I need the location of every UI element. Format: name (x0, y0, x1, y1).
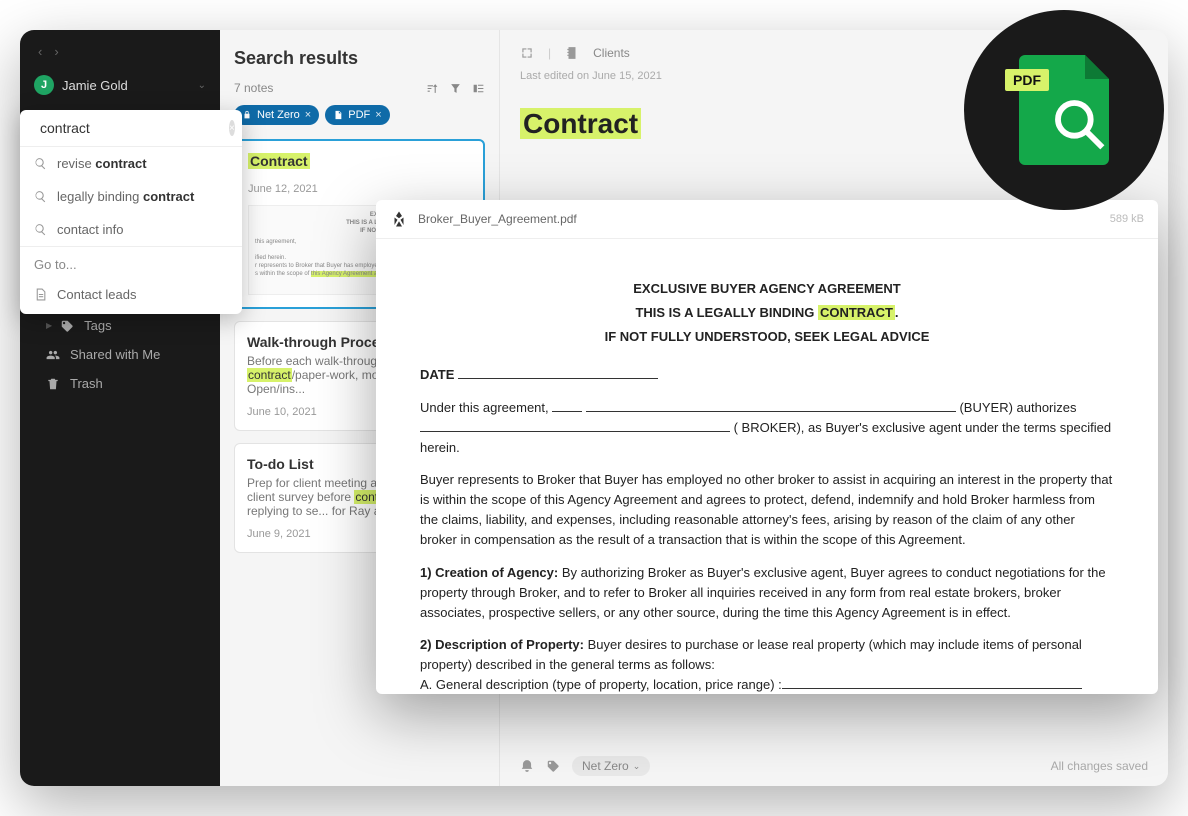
sidebar-label: Shared with Me (70, 347, 160, 362)
avatar: J (34, 75, 54, 95)
sidebar-label: Trash (70, 376, 103, 391)
pdf-app-icon (390, 210, 408, 228)
search-icon (34, 157, 47, 170)
clear-search-icon[interactable]: × (229, 120, 235, 136)
filter-icon[interactable] (449, 82, 462, 95)
pdf-heading: EXCLUSIVE BUYER AGENCY AGREEMENT (420, 279, 1114, 299)
results-count: 7 notes (234, 81, 273, 95)
search-suggestion[interactable]: legally binding contract (20, 180, 242, 213)
people-icon (46, 348, 60, 362)
sort-icon[interactable] (426, 82, 439, 95)
pdf-search-badge: PDF (964, 10, 1164, 210)
pdf-filesize: 589 kB (1110, 213, 1144, 225)
nav-forward-icon[interactable]: › (54, 44, 58, 59)
search-input-row: × (20, 110, 242, 147)
chevron-down-icon: ⌄ (198, 80, 206, 91)
expand-icon[interactable] (520, 46, 534, 60)
doc-icon (333, 110, 343, 120)
filter-chip-netzero[interactable]: Net Zero × (234, 105, 319, 125)
reminder-icon[interactable] (520, 759, 534, 773)
sidebar-item-trash[interactable]: Trash (20, 369, 220, 398)
pdf-body: EXCLUSIVE BUYER AGENCY AGREEMENT THIS IS… (376, 239, 1158, 694)
note-icon (34, 288, 47, 301)
results-heading: Search results (234, 48, 485, 69)
pdf-heading: IF NOT FULLY UNDERSTOOD, SEEK LEGAL ADVI… (420, 327, 1114, 347)
chip-label: PDF (348, 109, 370, 121)
chip-remove-icon[interactable]: × (305, 109, 311, 121)
note-title: Contract (248, 153, 310, 169)
nav-arrows: ‹ › (20, 30, 220, 67)
note-footer: Net Zero ⌄ All changes saved (520, 756, 1148, 776)
chip-label: Net Zero (257, 109, 300, 121)
search-panel: × revise contract legally binding contra… (20, 110, 242, 314)
lock-icon (242, 110, 252, 120)
user-name: Jamie Gold (62, 78, 190, 93)
goto-heading: Go to... (20, 246, 242, 278)
chip-remove-icon[interactable]: × (375, 109, 381, 121)
note-title: To-do List (247, 456, 314, 472)
search-icon (34, 223, 47, 236)
nav-back-icon[interactable]: ‹ (38, 44, 42, 59)
note-date: June 12, 2021 (248, 183, 471, 195)
view-icon[interactable] (472, 82, 485, 95)
magnifier-icon (1051, 96, 1107, 157)
tag-icon (60, 319, 74, 333)
expand-icon: ▶ (46, 321, 52, 330)
filter-chip-pdf[interactable]: PDF × (325, 105, 389, 125)
pdf-heading: THIS IS A LEGALLY BINDING CONTRACT. (420, 303, 1114, 323)
trash-icon (46, 377, 60, 391)
tag-label: Net Zero (582, 759, 629, 773)
add-tag-icon[interactable] (546, 759, 560, 773)
sidebar-item-shared[interactable]: Shared with Me (20, 340, 220, 369)
breadcrumb-label[interactable]: Clients (593, 46, 630, 60)
search-input[interactable] (40, 120, 221, 136)
sidebar-item-tags[interactable]: ▶ Tags (20, 311, 220, 340)
user-menu[interactable]: J Jamie Gold ⌄ (20, 67, 220, 103)
tag-pill-netzero[interactable]: Net Zero ⌄ (572, 756, 650, 776)
pdf-preview: Broker_Buyer_Agreement.pdf 589 kB EXCLUS… (376, 200, 1158, 694)
document-icon: PDF (1019, 55, 1109, 165)
pdf-label: PDF (1005, 69, 1049, 91)
notebook-icon (565, 46, 579, 60)
pdf-filename: Broker_Buyer_Agreement.pdf (418, 212, 577, 226)
search-suggestion[interactable]: contact info (20, 213, 242, 246)
sidebar-label: Tags (84, 318, 111, 333)
goto-item[interactable]: Contact leads (20, 278, 242, 314)
search-suggestion[interactable]: revise contract (20, 147, 242, 180)
search-icon (34, 190, 47, 203)
save-status: All changes saved (1051, 759, 1148, 773)
chevron-down-icon: ⌄ (633, 761, 641, 772)
